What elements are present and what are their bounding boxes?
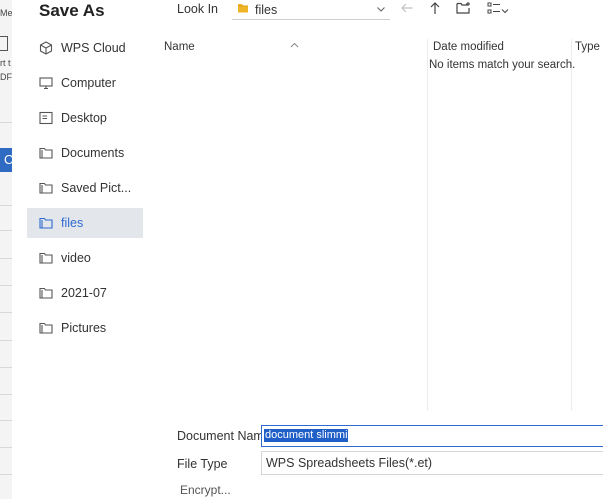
background-divider xyxy=(0,285,12,286)
background-active-tab: C xyxy=(0,148,12,172)
background-divider xyxy=(0,394,12,395)
view-options-button[interactable] xyxy=(484,2,512,19)
background-divider xyxy=(0,340,12,341)
sidebar-item-2021-07[interactable]: 2021-07 xyxy=(27,278,143,308)
background-text: rt t xyxy=(0,58,11,68)
sidebar-item-documents[interactable]: Documents xyxy=(27,138,143,168)
background-divider xyxy=(0,420,12,421)
arrow-left-icon xyxy=(400,1,414,20)
background-text: DF xyxy=(0,72,12,82)
new-folder-button[interactable] xyxy=(454,2,472,19)
look-in-label: Look In xyxy=(177,2,219,16)
file-type-select[interactable]: WPS Spreadsheets Files(*.et) xyxy=(261,451,603,475)
sidebar-item-desktop[interactable]: Desktop xyxy=(27,103,143,133)
background-divider xyxy=(0,205,12,206)
sidebar-item-label: Pictures xyxy=(61,321,107,335)
sidebar-item-files[interactable]: files xyxy=(27,208,143,238)
sidebar-item-label: Desktop xyxy=(61,111,107,125)
sidebar-item-label: Saved Pict... xyxy=(61,181,132,195)
document-name-label: Document Name xyxy=(177,429,271,443)
file-type-label: File Type xyxy=(177,457,228,471)
monitor-icon xyxy=(39,76,53,90)
column-divider[interactable] xyxy=(571,39,572,411)
sidebar-item-label: files xyxy=(61,216,84,230)
chevron-down-icon xyxy=(376,1,386,19)
places-sidebar: WPS Cloud Computer Desktop Documents Sav… xyxy=(27,33,143,348)
sidebar-item-label: 2021-07 xyxy=(61,286,107,300)
look-in-dropdown[interactable]: files xyxy=(232,0,390,20)
background-divider xyxy=(0,312,12,313)
column-divider[interactable] xyxy=(427,39,428,411)
document-name-input[interactable] xyxy=(264,429,348,442)
sidebar-item-wps-cloud[interactable]: WPS Cloud xyxy=(27,33,143,63)
up-folder-button[interactable] xyxy=(426,2,444,19)
cloud-hexagon-icon xyxy=(39,41,53,55)
view-list-icon xyxy=(487,2,501,20)
sidebar-item-computer[interactable]: Computer xyxy=(27,68,143,98)
folder-icon xyxy=(39,321,53,335)
encrypt-button[interactable]: Encrypt... xyxy=(180,483,231,497)
background-divider xyxy=(0,474,12,475)
column-header-type[interactable]: Type xyxy=(575,41,600,53)
chevron-down-icon xyxy=(501,2,509,20)
file-list[interactable]: Name Date modified Type No items match y… xyxy=(159,31,603,411)
background-divider xyxy=(0,122,12,123)
sidebar-item-label: Documents xyxy=(61,146,125,160)
new-folder-icon xyxy=(455,1,471,20)
folder-icon xyxy=(39,251,53,265)
back-button[interactable] xyxy=(398,2,416,19)
column-header-name[interactable]: Name xyxy=(164,41,195,53)
background-divider xyxy=(0,230,12,231)
sidebar-item-video[interactable]: video xyxy=(27,243,143,273)
sort-ascending-icon xyxy=(290,35,299,53)
folder-icon xyxy=(39,181,53,195)
sidebar-item-label: video xyxy=(61,251,91,265)
sidebar-item-label: WPS Cloud xyxy=(61,41,126,55)
look-in-value: files xyxy=(255,2,278,17)
folder-icon xyxy=(39,286,53,300)
arrow-up-icon xyxy=(428,1,442,20)
background-text: Me xyxy=(0,8,13,18)
save-as-dialog: Save As WPS Cloud Computer Desktop Docum… xyxy=(12,0,603,499)
column-header-date-modified[interactable]: Date modified xyxy=(433,41,504,53)
sidebar-item-saved-pictures[interactable]: Saved Pict... xyxy=(27,173,143,203)
folder-icon xyxy=(39,146,53,160)
folder-icon xyxy=(39,216,53,230)
background-divider xyxy=(0,367,12,368)
sidebar-item-label: Computer xyxy=(61,76,116,90)
empty-list-message: No items match your search. xyxy=(429,59,576,71)
dialog-title: Save As xyxy=(39,1,105,20)
folder-icon xyxy=(237,1,249,19)
background-widget xyxy=(0,36,8,51)
document-name-field[interactable] xyxy=(261,425,603,447)
desktop-icon xyxy=(39,111,53,125)
background-divider xyxy=(0,258,12,259)
sidebar-item-pictures[interactable]: Pictures xyxy=(27,313,143,343)
background-divider xyxy=(0,447,12,448)
